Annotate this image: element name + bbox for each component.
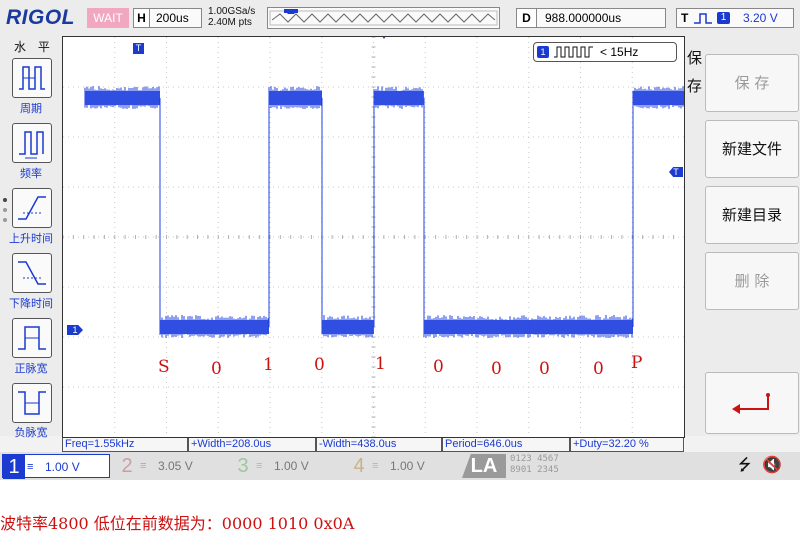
frequency-label: 频率 [20,167,42,180]
measure-negative-width[interactable]: -Width=438.0us [316,438,442,452]
trigger-label: T [681,11,689,25]
bit-label: 1 [375,354,386,374]
waveform-grid [62,33,684,438]
period-icon [19,66,45,90]
sample-rate: 1.00GSa/s [208,6,256,17]
negative-width-icon [18,391,46,415]
rising-edge-icon [694,13,712,24]
bit-label: 0 [314,355,325,375]
top-status-bar: RIGOL WAIT H 200us 1.00GSa/s 2.40M pts D9… [0,0,800,36]
counter-channel: 1 [537,46,549,58]
logic-analyzer-tab[interactable]: LA [462,454,506,478]
trigger-level: 3.20 V [743,11,778,25]
measure-period[interactable]: Period=646.0us [442,438,570,452]
return-arrow-icon [732,393,770,414]
logic-bits-bottom: 8901 2345 [510,465,559,475]
waveform-display[interactable]: T 1 T 1 < 15Hz S 0 1 0 1 0 0 0 0 P [62,33,685,438]
dc-coupling-icon: ≡ [27,461,34,473]
channel1-number: 1 [3,455,25,479]
decode-annotation: 波特率4800 低位在前数据为：0000 1010 0x0A [0,514,355,533]
timebase-value: 200us [156,11,189,25]
counter-value: < 15Hz [600,45,639,59]
brand-logo: RIGOL [6,6,75,29]
fall-time-button[interactable] [12,253,52,293]
frequency-button[interactable] [12,123,52,163]
bit-label: 0 [433,357,444,377]
run-state-badge[interactable]: WAIT [87,8,129,28]
usb-icon: ⭍ [738,457,752,474]
sample-info: 1.00GSa/s 2.40M pts [208,6,255,28]
delay-label: D [517,9,537,27]
channel2-scale: 3.05 V [158,459,193,473]
channel3-tab[interactable]: 3 ≡ 1.00 V [232,454,340,478]
menu-page-dot [3,208,7,212]
new-file-button[interactable]: 新建文件 [705,120,799,178]
menu-page-dot [3,218,7,222]
menu-page-dot [3,198,7,202]
measurement-bar: Freq=1.55kHz +Width=208.0us -Width=438.0… [62,438,685,452]
delay-value: 988.000000us [545,11,622,25]
left-menu-title: 水 平 [14,40,54,54]
positive-width-button[interactable] [12,318,52,358]
memory-position-bar[interactable] [267,7,500,29]
oscilloscope-screen: RIGOL WAIT H 200us 1.00GSa/s 2.40M pts D9… [0,0,800,480]
period-button[interactable] [12,58,52,98]
rise-time-button[interactable] [12,188,52,228]
channel2-number: 2 [121,455,133,477]
horizontal-delay[interactable]: D 988.000000us [516,8,666,28]
save-button[interactable]: 保 存 [705,54,799,112]
fall-time-icon [18,261,46,285]
rise-time-icon [18,196,46,220]
frequency-counter[interactable]: 1 < 15Hz [533,42,677,62]
bit-label: 0 [211,359,222,379]
channel3-scale: 1.00 V [274,459,309,473]
dc-coupling-icon: ≡ [372,460,379,472]
bit-label: 0 [491,359,502,379]
positive-width-icon [18,326,46,350]
memory-overview-icon [269,9,498,26]
memory-depth: 2.40M pts [208,17,252,28]
channel2-tab[interactable]: 2 ≡ 3.05 V [116,454,224,478]
trigger-channel: 1 [717,12,730,24]
pulse-train-icon [554,46,593,58]
horizontal-timebase[interactable]: H 200us [133,8,202,28]
timebase-label: H [134,9,150,27]
measure-duty[interactable]: +Duty=32.20 % [570,438,684,452]
positive-width-label: 正脉宽 [14,362,48,375]
negative-width-button[interactable] [12,383,52,423]
right-save-menu: 保存 保 存 新建文件 新建目录 删 除 [685,36,800,436]
left-measure-menu: 水 平 周期 频率 上升时间 下降时间 正脉宽 负脉宽 [0,36,62,439]
bit-label: 1 [263,355,274,375]
measure-freq[interactable]: Freq=1.55kHz [62,438,188,452]
bit-label: S [158,357,170,377]
channel4-tab[interactable]: 4 ≡ 1.00 V [348,454,456,478]
logic-bits-top: 0123 4567 [510,454,559,464]
fall-time-label: 下降时间 [9,297,53,310]
bit-label: 0 [539,359,550,379]
back-button[interactable] [705,372,799,434]
frequency-icon [19,131,44,159]
measure-positive-width[interactable]: +Width=208.0us [188,438,316,452]
dc-coupling-icon: ≡ [256,460,263,472]
logic-bits-display: 0123 4567 8901 2345 [510,454,606,478]
trigger-status[interactable]: T 1 3.20 V [676,8,794,28]
rise-time-label: 上升时间 [9,232,53,245]
channel4-scale: 1.00 V [390,459,425,473]
channel4-number: 4 [353,455,365,477]
channel-bar: 1 ≡ 1.00 V 2 ≡ 3.05 V 3 ≡ 1.00 V 4 ≡ 1.0… [0,452,800,480]
bit-label: 0 [593,359,604,379]
period-label: 周期 [20,102,42,115]
bit-label: P [631,353,643,373]
negative-width-label: 负脉宽 [14,426,48,439]
channel1-scale: 1.00 V [45,460,80,474]
right-menu-title: 保存 [687,49,703,95]
delete-button[interactable]: 删 除 [705,252,799,310]
dc-coupling-icon: ≡ [140,460,147,472]
mute-speaker-icon[interactable]: 🔇 [762,454,784,478]
channel1-tab[interactable]: 1 ≡ 1.00 V [2,454,110,479]
trigger-time-marker[interactable]: T [133,43,144,54]
new-folder-button[interactable]: 新建目录 [705,186,799,244]
channel3-number: 3 [237,455,249,477]
